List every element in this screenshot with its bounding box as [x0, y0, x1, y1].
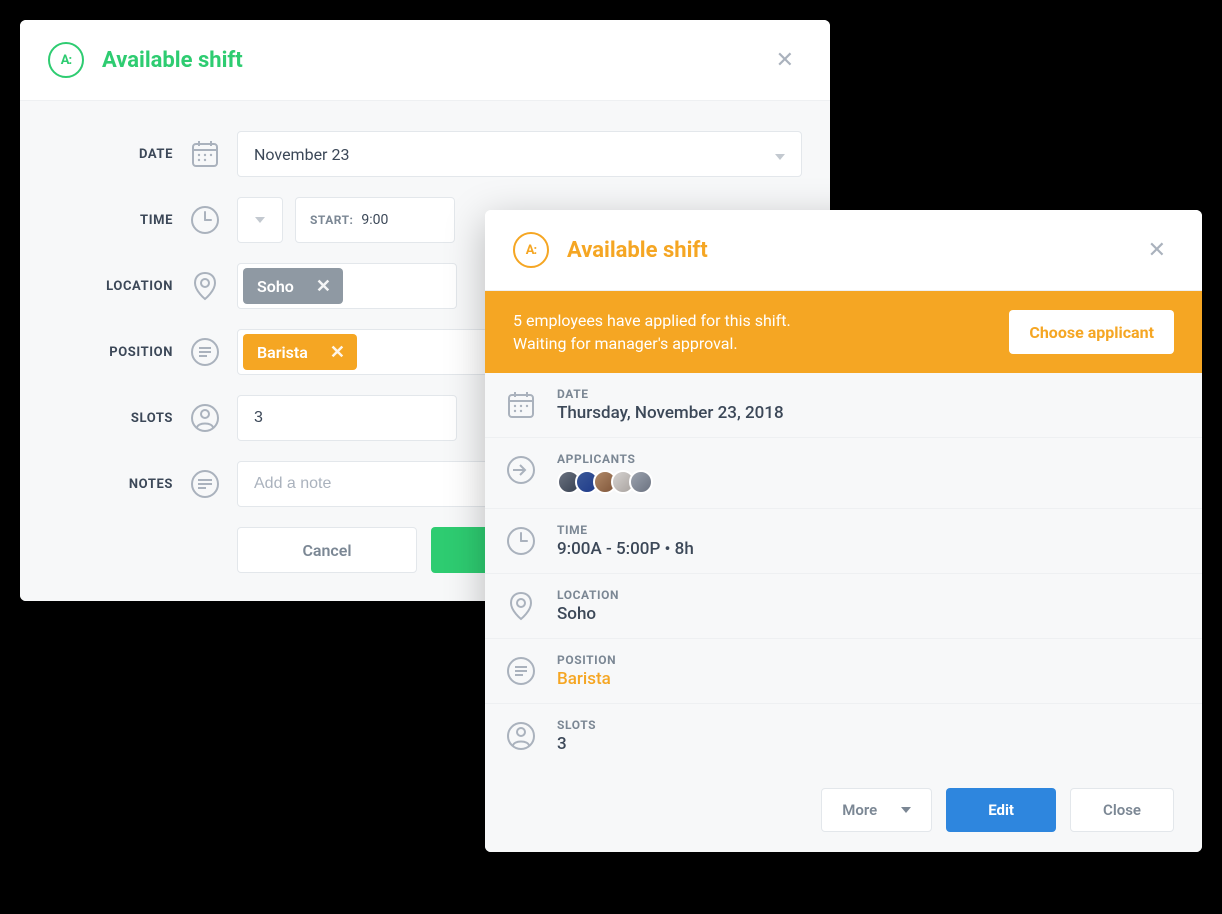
app-logo-icon: A: — [513, 232, 549, 268]
chevron-down-icon — [775, 145, 785, 164]
detail-applicants-label: APPLICANTS — [557, 452, 653, 466]
person-icon — [187, 400, 223, 436]
banner-line2: Waiting for manager's approval. — [513, 332, 1009, 355]
notes-icon — [187, 466, 223, 502]
detail-list: DATE Thursday, November 23, 2018 APPLICA… — [485, 373, 1202, 768]
detail-time-label: TIME — [557, 523, 694, 537]
edit-button[interactable]: Edit — [946, 788, 1056, 832]
banner-text: 5 employees have applied for this shift.… — [513, 309, 1009, 355]
detail-date-label: DATE — [557, 387, 784, 401]
choose-applicant-button[interactable]: Choose applicant — [1009, 310, 1174, 354]
detail-slots-row: SLOTS 3 — [485, 704, 1202, 768]
detail-date-row: DATE Thursday, November 23, 2018 — [485, 373, 1202, 438]
edit-modal-title: Available shift — [102, 48, 768, 73]
chevron-down-icon — [901, 807, 911, 813]
detail-applicants-row: APPLICANTS — [485, 438, 1202, 509]
start-value: 9:00 — [361, 212, 388, 228]
location-input[interactable]: Soho ✕ — [237, 263, 457, 309]
more-button[interactable]: More — [821, 788, 932, 832]
start-time-input[interactable]: START: 9:00 — [295, 197, 455, 243]
slots-label: SLOTS — [48, 411, 173, 426]
detail-location-label: LOCATION — [557, 588, 619, 602]
date-label: DATE — [48, 147, 173, 162]
date-select[interactable]: November 23 — [237, 131, 802, 177]
time-type-select[interactable] — [237, 197, 283, 243]
detail-time-row: TIME 9:00A - 5:00P • 8h — [485, 509, 1202, 574]
view-modal-header: A: Available shift ✕ — [485, 210, 1202, 291]
clock-icon — [503, 523, 539, 559]
time-label: TIME — [48, 213, 173, 228]
detail-date-value: Thursday, November 23, 2018 — [557, 403, 784, 423]
cancel-button[interactable]: Cancel — [237, 527, 417, 573]
calendar-icon — [187, 136, 223, 172]
date-row: DATE November 23 — [48, 131, 802, 177]
notes-input[interactable] — [237, 461, 497, 507]
notes-label: NOTES — [48, 477, 173, 492]
remove-tag-icon[interactable]: ✕ — [316, 276, 331, 297]
remove-tag-icon[interactable]: ✕ — [330, 342, 345, 363]
location-label: LOCATION — [48, 279, 173, 294]
position-label: POSITION — [48, 345, 173, 360]
detail-position-label: POSITION — [557, 653, 616, 667]
date-value: November 23 — [254, 145, 349, 164]
close-button[interactable]: Close — [1070, 788, 1174, 832]
position-tag: Barista ✕ — [243, 334, 357, 370]
detail-position-row: POSITION Barista — [485, 639, 1202, 704]
position-tag-text: Barista — [257, 343, 308, 362]
banner-line1: 5 employees have applied for this shift. — [513, 309, 1009, 332]
location-tag: Soho ✕ — [243, 268, 343, 304]
close-icon[interactable]: ✕ — [768, 44, 802, 77]
more-label: More — [842, 801, 877, 819]
detail-location-value: Soho — [557, 604, 619, 624]
app-logo-icon: A: — [48, 42, 84, 78]
pin-icon — [503, 588, 539, 624]
detail-slots-value: 3 — [557, 734, 596, 754]
calendar-icon — [503, 387, 539, 423]
detail-time-value: 9:00A - 5:00P • 8h — [557, 539, 694, 559]
applicant-avatars[interactable] — [557, 470, 653, 494]
arrow-in-icon — [503, 452, 539, 488]
slots-input[interactable] — [237, 395, 457, 441]
view-footer: More Edit Close — [485, 768, 1202, 852]
detail-position-value: Barista — [557, 669, 616, 689]
start-label: START: — [310, 213, 353, 227]
clock-icon — [187, 202, 223, 238]
location-tag-text: Soho — [257, 277, 294, 296]
view-shift-modal: A: Available shift ✕ 5 employees have ap… — [485, 210, 1202, 852]
person-icon — [503, 718, 539, 754]
position-icon — [503, 653, 539, 689]
edit-modal-header: A: Available shift ✕ — [20, 20, 830, 101]
approval-banner: 5 employees have applied for this shift.… — [485, 291, 1202, 373]
pin-icon — [187, 268, 223, 304]
position-icon — [187, 334, 223, 370]
view-modal-title: Available shift — [567, 238, 1140, 263]
detail-location-row: LOCATION Soho — [485, 574, 1202, 639]
avatar — [629, 470, 653, 494]
detail-slots-label: SLOTS — [557, 718, 596, 732]
close-icon[interactable]: ✕ — [1140, 234, 1174, 267]
position-input[interactable]: Barista ✕ — [237, 329, 497, 375]
